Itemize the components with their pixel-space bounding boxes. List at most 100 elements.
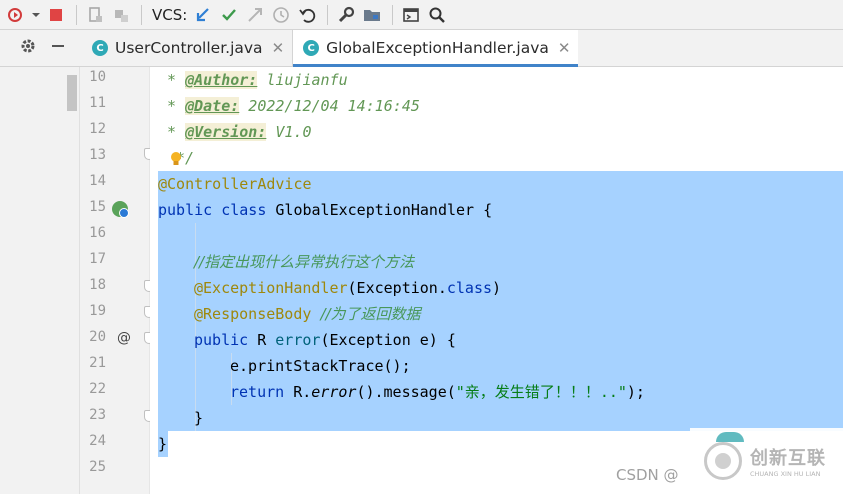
close-icon[interactable]: ✕ bbox=[558, 39, 571, 57]
code-token: (Exception. bbox=[347, 279, 447, 297]
java-class-icon: C bbox=[303, 40, 320, 56]
settings-wrench-icon[interactable] bbox=[334, 3, 358, 27]
toolbar-separator bbox=[392, 4, 394, 25]
toolbar-separator bbox=[141, 4, 142, 25]
package-icon[interactable] bbox=[109, 3, 133, 27]
code-token: //为了返回数据 bbox=[320, 305, 421, 323]
vcs-update-icon[interactable] bbox=[191, 3, 215, 27]
line-number: 21 bbox=[89, 355, 106, 371]
code-token: * bbox=[158, 123, 186, 141]
code-line: return R.error().message("亲，发生错了！！！.."); bbox=[230, 379, 645, 405]
dropdown-arrow-icon[interactable] bbox=[30, 3, 42, 27]
code-token: GlobalExceptionHandler bbox=[275, 201, 475, 219]
csdn-watermark: CSDN @ bbox=[616, 466, 679, 484]
main-toolbar: VCS: bbox=[0, 0, 843, 30]
code-token: @Date: bbox=[185, 97, 240, 115]
code-token: V1.0 bbox=[266, 123, 312, 141]
code-token: class bbox=[221, 201, 267, 219]
toolbar-separator bbox=[76, 4, 77, 25]
line-number: 19 bbox=[89, 303, 106, 319]
stop-icon[interactable] bbox=[44, 3, 68, 27]
brand-name: 创新互联 CHUANG XIN HU LIAN bbox=[750, 444, 826, 478]
code-token: } bbox=[158, 435, 168, 453]
code-line: } bbox=[158, 431, 167, 457]
line-number: 14 bbox=[89, 173, 106, 189]
tab-label: GlobalExceptionHandler.java bbox=[326, 39, 549, 57]
brand-watermark: 创新互联 CHUANG XIN HU LIAN bbox=[690, 428, 843, 494]
code-token: public bbox=[158, 201, 213, 219]
teal-badge-icon bbox=[716, 432, 744, 442]
code-line: public class GlobalExceptionHandler { bbox=[158, 197, 492, 223]
code-line: } bbox=[194, 405, 203, 431]
vcs-commit-icon[interactable] bbox=[217, 3, 241, 27]
java-class-icon: C bbox=[92, 40, 108, 56]
code-token: error bbox=[311, 383, 357, 401]
tab-global-exception-handler[interactable]: C GlobalExceptionHandler.java ✕ bbox=[293, 30, 579, 67]
code-token: @Version: bbox=[185, 123, 267, 141]
minimize-icon[interactable] bbox=[50, 38, 66, 59]
code-token: * bbox=[158, 71, 186, 89]
line-number: 17 bbox=[89, 251, 106, 267]
line-number: 13 bbox=[89, 147, 106, 163]
line-number: 11 bbox=[89, 95, 106, 111]
line-number: 22 bbox=[89, 381, 106, 397]
code-token: //指定出现什么异常执行这个方法 bbox=[194, 253, 415, 271]
code-token: @ExceptionHandler bbox=[194, 279, 348, 297]
code-token: public bbox=[194, 331, 249, 349]
revert-icon[interactable] bbox=[295, 3, 319, 27]
run-debug-icon[interactable] bbox=[4, 3, 28, 27]
vcs-compare-icon[interactable] bbox=[243, 3, 267, 27]
code-token: "亲，发生错了！！！.." bbox=[455, 383, 627, 401]
history-icon[interactable] bbox=[269, 3, 293, 27]
code-token: e.printStackTrace(); bbox=[230, 357, 411, 375]
line-number: 10 bbox=[89, 69, 106, 85]
search-icon[interactable] bbox=[425, 3, 449, 27]
brand-name-en: CHUANG XIN HU LIAN bbox=[750, 470, 821, 478]
spring-bean-icon[interactable] bbox=[112, 201, 129, 218]
project-structure-icon[interactable] bbox=[360, 3, 384, 27]
brand-name-cn: 创新互联 bbox=[750, 448, 826, 469]
code-token: error bbox=[275, 331, 321, 349]
annotation-at-icon[interactable]: @ bbox=[117, 330, 131, 346]
line-number: 18 bbox=[89, 277, 106, 293]
line-number: 23 bbox=[89, 407, 106, 423]
code-token: } bbox=[194, 409, 204, 427]
line-number: 24 bbox=[89, 433, 106, 449]
editor-tabs: C UserController.java ✕ C GlobalExceptio… bbox=[0, 30, 843, 67]
lightbulb-icon[interactable] bbox=[169, 151, 183, 167]
scrollbar-thumb[interactable] bbox=[67, 75, 77, 111]
code-token: 2022/12/04 14:16:45 bbox=[239, 97, 420, 115]
code-line: * @Version: V1.0 bbox=[158, 119, 312, 145]
code-token: { bbox=[483, 201, 493, 219]
code-line: * @Author: liujianfu bbox=[158, 67, 348, 93]
close-icon[interactable]: ✕ bbox=[272, 39, 285, 57]
toolbar-separator bbox=[327, 4, 329, 25]
code-token: @ResponseBody bbox=[194, 305, 312, 323]
code-line: * @Date: 2022/12/04 14:16:45 bbox=[158, 93, 420, 119]
tab-label: UserController.java bbox=[115, 39, 263, 57]
line-number: 16 bbox=[89, 225, 106, 241]
device-icon[interactable] bbox=[83, 3, 107, 27]
code-token: ) bbox=[492, 279, 502, 297]
gear-icon[interactable] bbox=[20, 38, 36, 59]
tab-user-controller[interactable]: C UserController.java ✕ bbox=[82, 30, 292, 66]
code-line: @ExceptionHandler(Exception.class) bbox=[194, 275, 501, 301]
code-token: ().message( bbox=[356, 383, 456, 401]
line-number: 12 bbox=[89, 121, 106, 137]
code-line: e.printStackTrace(); bbox=[230, 353, 411, 379]
code-line: public R error(Exception e) { bbox=[194, 327, 456, 353]
line-number: 20 bbox=[89, 329, 106, 345]
code-line: //指定出现什么异常执行这个方法 bbox=[194, 249, 414, 275]
code-token: @Author: bbox=[185, 71, 258, 89]
editor-gutter: 10 11 12 13 14 15 16 17 18 19 20 21 22 2… bbox=[80, 67, 154, 494]
vcs-label: VCS: bbox=[152, 5, 188, 24]
code-token: (Exception e) { bbox=[320, 331, 456, 349]
code-line: @ControllerAdvice bbox=[158, 171, 312, 197]
code-token: R bbox=[257, 331, 267, 349]
code-token: ); bbox=[626, 383, 645, 401]
tool-window-strip bbox=[0, 67, 80, 494]
code-token: * bbox=[158, 97, 186, 115]
code-token: liujianfu bbox=[257, 71, 348, 89]
terminal-icon[interactable] bbox=[399, 3, 423, 27]
line-number: 15 bbox=[89, 199, 106, 215]
